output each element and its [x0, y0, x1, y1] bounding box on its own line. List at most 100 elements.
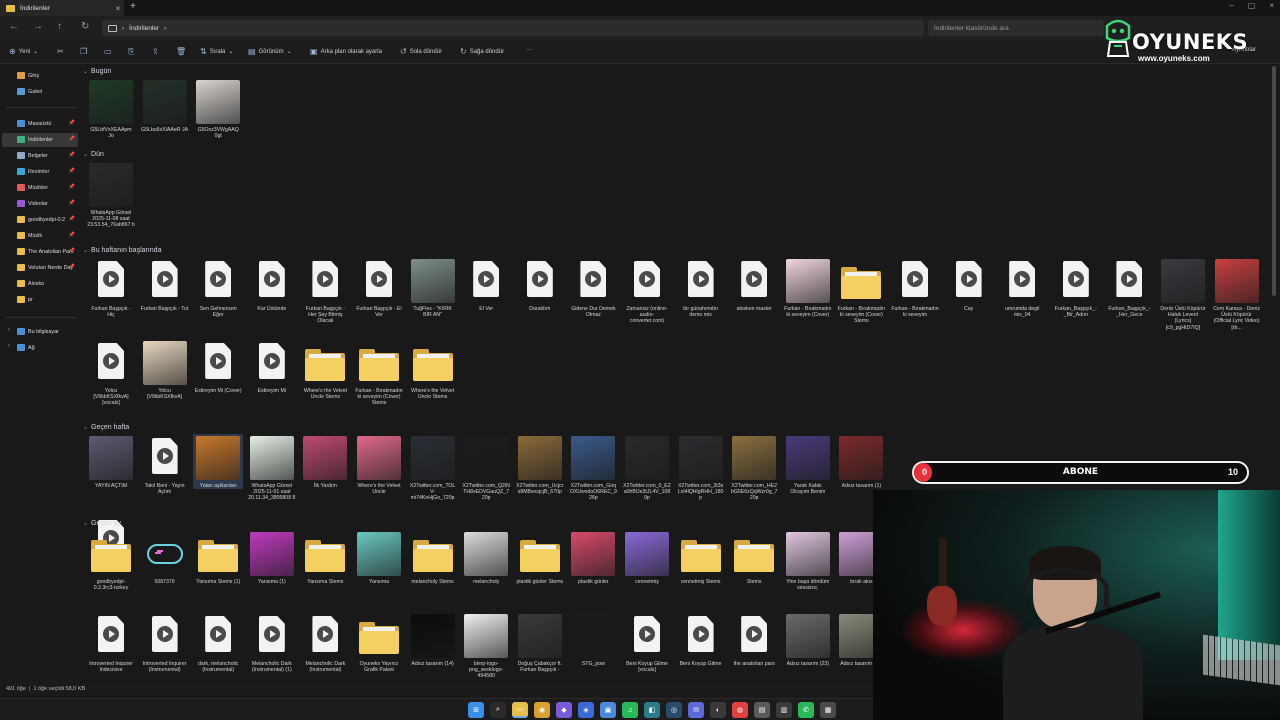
file-item[interactable]: 5087379	[140, 530, 190, 585]
file-item[interactable]: Adsız tasarım (23)	[783, 612, 833, 667]
file-item[interactable]: Estireyim Mi	[247, 339, 297, 394]
pin-icon[interactable]: 📌	[69, 248, 75, 254]
file-item[interactable]: Beni Koyup Gitme [vocals]	[622, 612, 672, 673]
folder-item[interactable]: Stems	[729, 530, 779, 585]
app-icon[interactable]: ▣	[600, 702, 616, 718]
file-item[interactable]: WhatsApp Görsel 2025-11-08 saat 23.53.54…	[86, 161, 136, 229]
spotify-icon[interactable]: ♫	[622, 702, 638, 718]
tab-downloads[interactable]: İndirilenler ×	[0, 0, 124, 16]
file-item[interactable]: Cem Karaca - Deniz Üstü Köpürür (Officia…	[1212, 257, 1262, 331]
file-item[interactable]: X2Twitter.com_GoqOXUwxdoO6REC_926p	[568, 434, 618, 502]
folder-item[interactable]: plastik günler Stems	[515, 530, 565, 585]
app-icon[interactable]: ◍	[732, 702, 748, 718]
sidebar-item[interactable]: › Bu bilgisayar	[2, 325, 78, 339]
file-item[interactable]: Furkan Başpçık - Hiç	[86, 257, 136, 318]
file-item[interactable]: Yolcu [V9kbKSXfkvA] [vocals]	[86, 339, 136, 407]
address-bar[interactable]: › İndirilenler ›	[102, 20, 924, 36]
file-item[interactable]: Furkan Başpçık - El Ver	[354, 257, 404, 318]
close-tab-button[interactable]: ×	[112, 4, 124, 13]
file-item[interactable]: Furkan - Bırakmadın ki seveyim (Cover)	[783, 257, 833, 318]
file-item[interactable]: TuğFlex - "KIRIK BİR AN"	[408, 257, 458, 318]
sidebar-item[interactable]: Müzik 📌	[2, 229, 78, 243]
sidebar-item[interactable]: Resimler 📌	[2, 165, 78, 179]
app-icon[interactable]: ◆	[556, 702, 572, 718]
app-icon[interactable]: ◐	[710, 702, 726, 718]
paste-button[interactable]: ⎘	[128, 47, 134, 57]
file-item[interactable]: bir günahımdın demo mix	[676, 257, 726, 318]
file-item[interactable]: G5Oxz3VWgAAQ 0gt	[193, 78, 243, 139]
file-item[interactable]: aloskee master	[729, 257, 779, 312]
chevron-right-icon[interactable]: ›	[8, 343, 10, 349]
file-item[interactable]: Where's the Velvet Uncle	[354, 434, 404, 495]
file-item[interactable]: Furkan_Başpçık_-_Her_Gece	[1104, 257, 1154, 318]
refresh-button[interactable]: ↻	[81, 21, 89, 32]
file-item[interactable]: Beni Koyup Gitme	[676, 612, 726, 667]
group-header[interactable]: ⌄ Bugün	[83, 68, 111, 75]
file-item[interactable]: Kar Üstünde	[247, 257, 297, 312]
folder-item[interactable]: Furkan - Bırakmadın ki seveyim (Cover) S…	[354, 339, 404, 407]
file-item[interactable]: Gidene Dur Demek Olmaz	[568, 257, 618, 318]
close-window-button[interactable]: ×	[1269, 1, 1274, 10]
file-item[interactable]: Adsız tasarım (1)	[836, 434, 886, 489]
forward-button[interactable]: →	[33, 21, 43, 32]
app-icon[interactable]: ✉	[688, 702, 704, 718]
sidebar-item[interactable]: Videolar 📌	[2, 197, 78, 211]
search-icon[interactable]: ⌕	[490, 702, 506, 718]
file-item[interactable]: Melancholic Dark (Instrumental)	[300, 612, 350, 673]
file-item[interactable]: X2Twitter.com_3t3sLxI4lQHlgRHH_180p	[676, 434, 726, 502]
app-icon[interactable]: ◈	[578, 702, 594, 718]
share-button[interactable]: ⇪	[152, 47, 159, 56]
file-item[interactable]: X2Twitter.com_HE2bG5E6zQqWzr0g_720p	[729, 434, 779, 502]
file-item[interactable]: YAYIN AÇTIM	[86, 434, 136, 489]
app-icon[interactable]: ▤	[754, 702, 770, 718]
file-item[interactable]: Zamansiz (online-audio-converter.com)	[622, 257, 672, 325]
copy-button[interactable]: ❐	[80, 47, 87, 56]
file-item[interactable]: blerp-logo-png_seeklogo-494580	[461, 612, 511, 680]
file-item[interactable]: X2Twitter.com_Ucjcrs8MBwcqcjB_670p	[515, 434, 565, 495]
sidebar-item[interactable]: The Anatolian Pars 📌	[2, 245, 78, 259]
folder-item[interactable]: Furkan - Bırakmadın ki seveyim (Cover) S…	[836, 257, 886, 325]
sidebar-item[interactable]: Belgeler 📌	[2, 149, 78, 163]
file-item[interactable]: G5Lbu6sXIAAeR JA	[140, 78, 190, 133]
file-item[interactable]: WhatsApp Görsel 2025-11-01 saat 20.11.34…	[247, 434, 297, 502]
cut-button[interactable]: ✂	[57, 47, 64, 56]
file-item[interactable]: X2Twitter.com_Q2iNTH8xEDVGauQZ_720p	[461, 434, 511, 502]
pin-icon[interactable]: 📌	[69, 264, 75, 270]
file-item[interactable]: Yalan aşklardan	[193, 434, 244, 490]
sidebar-item[interactable]: Alosko	[2, 277, 78, 291]
sidebar-item[interactable]: Velutan Nerde Day 📌	[2, 261, 78, 275]
whatsapp-icon[interactable]: ✆	[798, 702, 814, 718]
sidebar-item[interactable]: Masaüstü 📌	[2, 117, 78, 131]
pin-icon[interactable]: 📌	[69, 168, 75, 174]
app-icon[interactable]: ◧	[644, 702, 660, 718]
sidebar-item[interactable]: › Ağ	[2, 341, 78, 355]
sort-button[interactable]: ⇅ Sırala ⌄	[200, 47, 233, 56]
sidebar-item[interactable]: İndirilenler 📌	[2, 133, 78, 147]
pin-icon[interactable]: 📌	[69, 184, 75, 190]
file-item[interactable]: Cay	[944, 257, 994, 312]
file-item[interactable]: Yarak Kafalı Olcayım Benim	[783, 434, 833, 495]
maximize-button[interactable]: ▢	[1248, 1, 1256, 10]
chevron-right-icon[interactable]: ›	[8, 327, 10, 333]
search-input[interactable]: İndirilenler klasöründe ara	[928, 20, 1104, 36]
sidebar-item[interactable]: Giriş	[2, 69, 78, 83]
file-item[interactable]: Yine başa döndüm sessizce,	[783, 530, 833, 591]
file-item[interactable]: Sen Gelmezsen Eğer	[193, 257, 243, 318]
file-item[interactable]: Estireyim Mi (Cover)	[193, 339, 243, 394]
steam-icon[interactable]: ◎	[666, 702, 682, 718]
sidebar-item[interactable]: Müzikler 📌	[2, 181, 78, 195]
pin-icon[interactable]: 📌	[69, 136, 75, 142]
file-item[interactable]: Introverted Inquirer Indecisive	[86, 612, 136, 673]
sidebar-item[interactable]: pr	[2, 293, 78, 307]
file-item[interactable]: Melancholic Dark (Instrumental) (1)	[247, 612, 297, 673]
file-item[interactable]: Deniz Üstü Köpürür Haluk Levent (Lyrics)…	[1158, 257, 1208, 331]
minimize-button[interactable]: –	[1229, 1, 1233, 10]
file-item[interactable]: X2Twitter.com_TOLV-mi74KnHjGo_720p	[408, 434, 458, 502]
file-item[interactable]: umrumda degil mix_04	[997, 257, 1047, 318]
pin-icon[interactable]: 📌	[69, 120, 75, 126]
file-explorer-icon[interactable]: ▭	[512, 702, 528, 718]
up-button[interactable]: ↑	[57, 21, 62, 32]
pin-icon[interactable]: 📌	[69, 200, 75, 206]
file-item[interactable]: Daraldım	[515, 257, 565, 312]
group-header[interactable]: ⌄ Geçen hafta	[83, 424, 129, 431]
